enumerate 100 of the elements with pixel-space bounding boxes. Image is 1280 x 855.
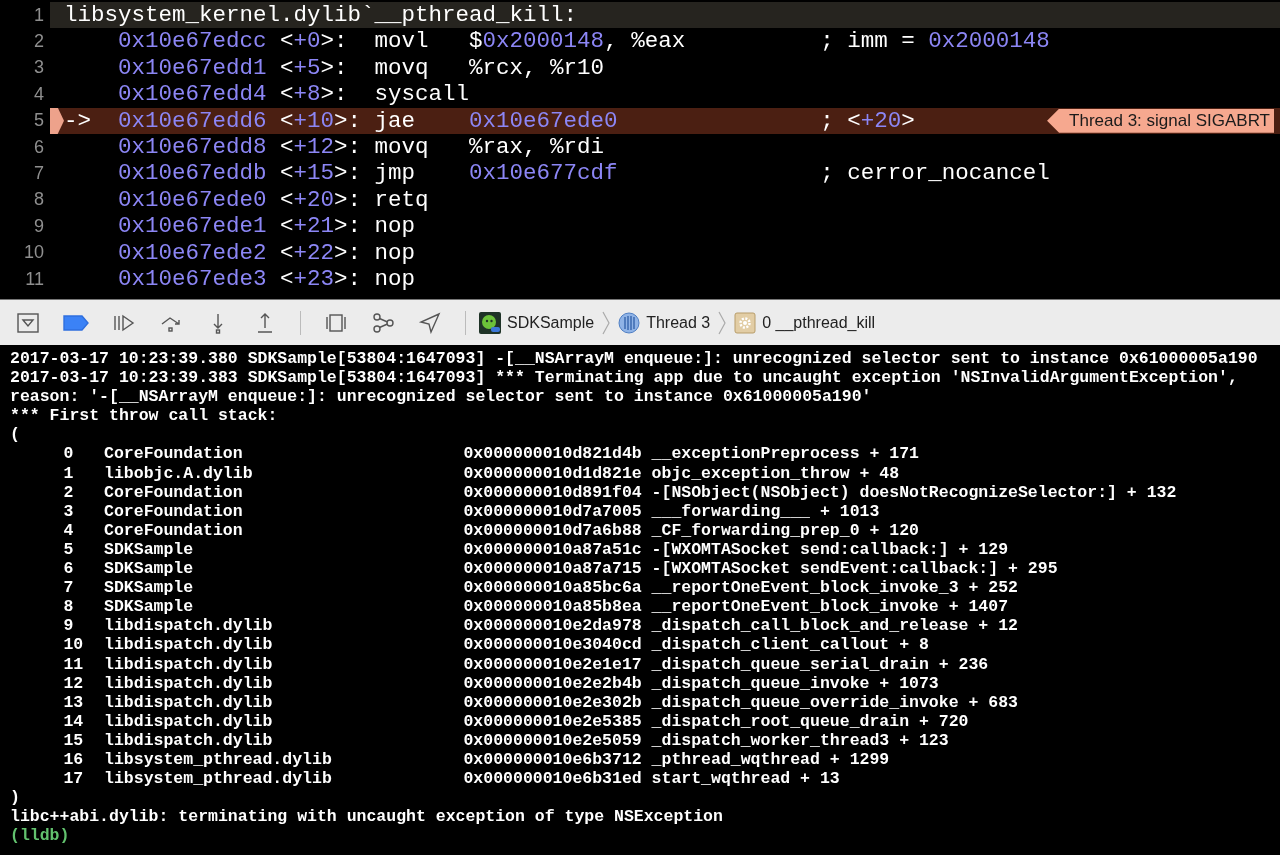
code-line: 0x10e67ede2 <+22>: nop [117, 239, 416, 266]
line-number: 3 [33, 56, 45, 80]
frame-address: 0x000000010a85b8ea [463, 597, 643, 617]
frame-address: 0x000000010e2e2b4b [463, 673, 643, 693]
frame-address: 0x000000010e2e5059 [463, 730, 643, 750]
console-line: 2017-03-17 10:23:39.383 SDKSample[53804:1647093] *** Terminating app due to uncaught exception 'NSInvalidArgumentException', [10, 368, 1238, 388]
library-name: libsystem_pthread.dylib [104, 769, 333, 789]
frame-address: 0x000000010a85bc6a [463, 578, 643, 598]
code-line: libsystem_kernel.dylib`__pthread_kill: [64, 2, 578, 29]
frame-number: 13 [63, 692, 85, 712]
console-line: *** First throw call stack: [10, 406, 278, 426]
gear-icon [734, 311, 757, 334]
code-line: 0x10e67edd4 <+8>: syscall [117, 81, 470, 108]
frame-number: 7 [63, 578, 75, 598]
frame-number: 15 [63, 730, 85, 750]
code-line: 0x10e67edd8 <+12>: movq %rax, %rdi [117, 133, 605, 161]
memory-graph-icon[interactable] [371, 311, 395, 334]
location-icon[interactable] [418, 311, 442, 334]
symbol-name: start_wqthread + 13 [651, 769, 840, 789]
code-line: 0x10e67ede3 <+23>: nop [117, 265, 416, 293]
code-line: 0x10e67ede1 <+21>: nop [117, 213, 416, 240]
frame-address: 0x000000010d7a6b88 [463, 520, 643, 540]
frame-number: 6 [63, 559, 75, 579]
view-hierarchy-icon[interactable] [324, 311, 348, 334]
symbol-name: -[WXOMTASocket send:callback:] + 129 [651, 539, 1009, 560]
frame-address: 0x000000010e2e5385 [463, 711, 643, 731]
console-line: 2017-03-17 10:23:39.380 SDKSample[53804:1647093] -[__NSArrayM enqueue:]: unrecognized selector sent to instance 0x61000005a190 [10, 349, 1258, 369]
library-name: SDKSample [104, 559, 195, 579]
console-line: ) [10, 788, 20, 808]
breadcrumb-item[interactable]: 0 __pthread_kill [734, 310, 876, 335]
symbol-name: -[NSObject(NSObject) doesNotRecognizeSelector:] + 132 [651, 482, 1177, 502]
frame-address: 0x000000010d891f04 [463, 482, 643, 502]
library-name: libdispatch.dylib [104, 711, 274, 731]
chevron-icon [602, 310, 611, 335]
program-counter-marker[interactable] [50, 107, 64, 134]
frame-address: 0x000000010a87a51c [463, 539, 643, 560]
line-number: 4 [33, 82, 45, 106]
symbol-name: _dispatch_queue_invoke + 1073 [651, 673, 939, 693]
frame-number: 1 [63, 463, 75, 483]
symbol-name: ___forwarding___ + 1013 [651, 501, 880, 521]
library-name: CoreFoundation [104, 444, 244, 464]
symbol-name: _dispatch_queue_serial_drain + 236 [651, 654, 989, 674]
app-icon [479, 311, 501, 334]
code-line: 0x10e67ede0 <+20>: retq [117, 186, 429, 214]
code-line: -> 0x10e67edd6 <+10>: jae 0x10e67ede0 ; <+20> [64, 107, 915, 134]
frame-address: 0x000000010d821d4b [463, 444, 643, 464]
library-name: libdispatch.dylib [104, 692, 274, 712]
line-number: 9 [33, 214, 45, 238]
frame-address: 0x000000010a87a715 [463, 559, 643, 579]
symbol-name: __exceptionPreprocess + 171 [651, 444, 919, 464]
hide-debug-area-icon[interactable] [16, 311, 40, 334]
line-number: 7 [33, 162, 45, 186]
code-line: 0x10e67edcc <+0>: movl $0x2000148, %eax ; imm = 0x2000148 [117, 28, 1050, 55]
line-number: 2 [33, 30, 45, 54]
symbol-name: _dispatch_root_queue_drain + 720 [651, 711, 969, 731]
library-name: libdispatch.dylib [104, 673, 274, 693]
line-number: 10 [22, 241, 45, 265]
line-number: 6 [33, 135, 45, 159]
console-line: libc++abi.dylib: terminating with uncaught exception of type NSException [10, 807, 723, 827]
frame-number: 5 [63, 539, 75, 560]
line-number: 11 [24, 267, 45, 291]
breadcrumb-item[interactable]: Thread 3 [618, 310, 711, 335]
frame-address: 0x000000010d1d821e [463, 463, 643, 483]
frame-number: 12 [63, 673, 85, 693]
frame-number: 9 [63, 616, 75, 636]
symbol-name: _dispatch_call_block_and_release + 12 [651, 616, 1018, 636]
frame-address: 0x000000010e2da978 [463, 616, 643, 636]
symbol-name: __reportOneEvent_block_invoke + 1407 [651, 597, 1009, 617]
symbol-name: _dispatch_worker_thread3 + 123 [651, 730, 949, 750]
frame-address: 0x000000010d7a7005 [463, 501, 643, 521]
line-number: 5 [33, 109, 45, 133]
frame-address: 0x000000010e3040cd [463, 635, 643, 655]
frame-number: 17 [63, 769, 85, 789]
thread-icon [618, 311, 641, 334]
library-name: libdispatch.dylib [104, 654, 274, 674]
lldb-prompt[interactable]: (lldb) [10, 826, 70, 846]
code-line: 0x10e67edd1 <+5>: movq %rcx, %r10 [117, 54, 605, 82]
signal-annotation: Thread 3: signal SIGABRT [1047, 108, 1274, 133]
chevron-icon [718, 310, 727, 335]
console-line: ( [10, 425, 20, 445]
symbol-name: _dispatch_client_callout + 8 [651, 635, 929, 655]
library-name: SDKSample [104, 539, 195, 560]
symbol-name: _CF_forwarding_prep_0 + 120 [651, 520, 919, 540]
library-name: libdispatch.dylib [104, 635, 274, 655]
frame-number: 11 [63, 654, 85, 674]
library-name: libdispatch.dylib [104, 730, 274, 750]
frame-number: 3 [63, 501, 75, 521]
line-number: 1 [33, 3, 45, 27]
breadcrumb-item[interactable]: SDKSample [479, 310, 595, 335]
library-name: CoreFoundation [104, 501, 244, 521]
console-line: reason: '-[__NSArrayM enqueue:]: unrecognized selector sent to instance 0x61000005a190' [10, 387, 872, 407]
library-name: libobjc.A.dylib [104, 463, 254, 483]
library-name: CoreFoundation [104, 482, 244, 502]
frame-number: 0 [63, 444, 75, 464]
frame-number: 16 [63, 749, 85, 770]
code-line: 0x10e67eddb <+15>: jmp 0x10e677cdf ; cerror_nocancel [117, 160, 1050, 187]
symbol-name: __reportOneEvent_block_invoke_3 + 252 [651, 578, 1018, 598]
symbol-name: _dispatch_queue_override_invoke + 683 [651, 692, 1018, 712]
symbol-name: _pthread_wqthread + 1299 [651, 749, 890, 770]
frame-number: 10 [63, 635, 85, 655]
